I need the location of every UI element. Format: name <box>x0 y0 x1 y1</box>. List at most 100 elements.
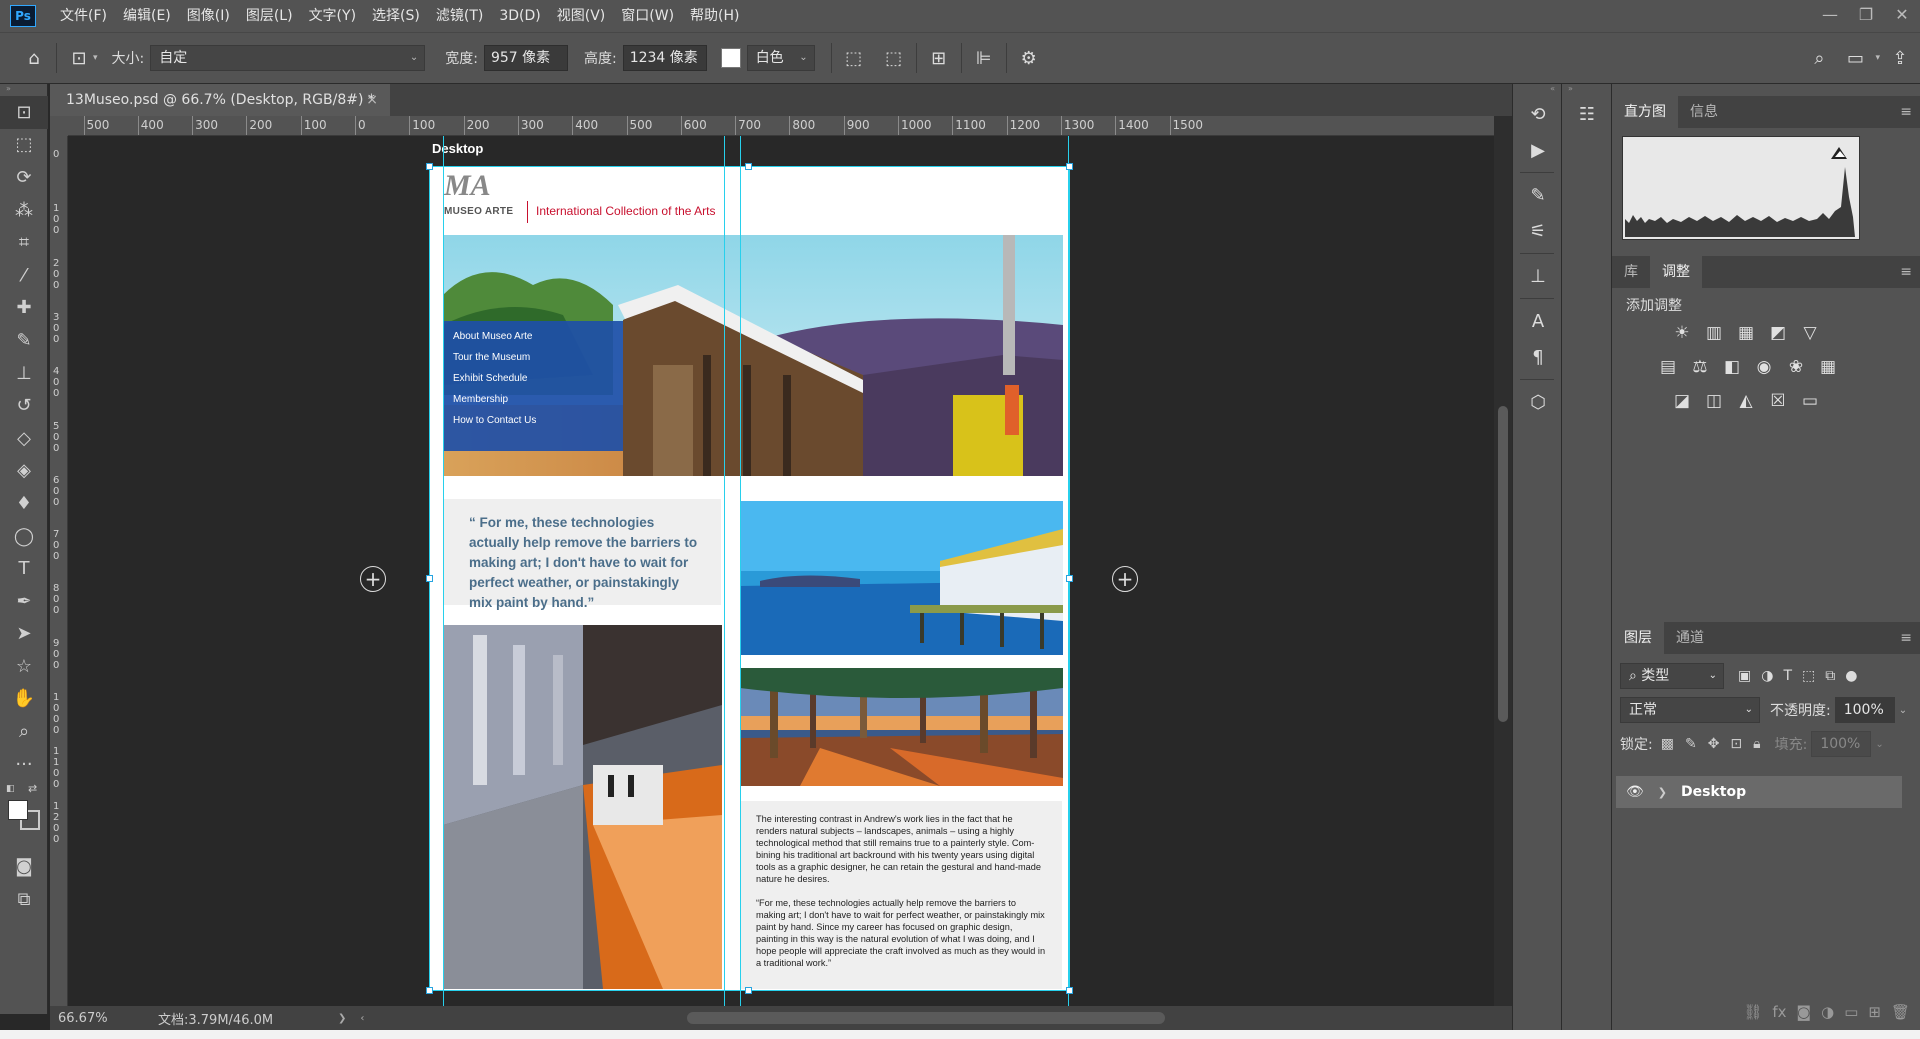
guide-gutter-right[interactable] <box>740 136 741 1006</box>
artboard-tool-icon[interactable]: ⊡ <box>0 96 48 129</box>
filter-type-icon[interactable]: T <box>1783 668 1792 684</box>
close-window-button[interactable]: ✕ <box>1884 0 1920 28</box>
clone-source-icon[interactable]: ⊥ <box>1513 258 1563 294</box>
close-tab-icon[interactable]: × <box>366 92 378 108</box>
expand-chevron-icon[interactable]: ❯ <box>1658 786 1667 799</box>
actions-panel-icon[interactable]: ▶ <box>1513 132 1563 168</box>
blur-tool-icon[interactable]: ♦ <box>0 487 48 520</box>
nav-link-exhibit[interactable]: Exhibit Schedule <box>453 373 528 384</box>
dock-collapse-icon[interactable]: « <box>1513 84 1561 96</box>
path-selection-icon[interactable]: ➤ <box>0 618 48 651</box>
share-icon[interactable]: ⇪ <box>1886 44 1914 72</box>
exposure-icon[interactable]: ◩ <box>1766 322 1790 344</box>
chevron-down-icon[interactable]: ⌄ <box>1899 705 1907 716</box>
brushes-panel-icon[interactable]: ✎ <box>1513 177 1563 213</box>
character-panel-icon[interactable]: A <box>1513 303 1563 339</box>
menu-file[interactable]: 文件(F) <box>52 0 115 32</box>
type-tool-icon[interactable]: T <box>0 552 48 585</box>
minimize-button[interactable]: — <box>1812 0 1848 28</box>
scroll-left-icon[interactable]: ‹ <box>360 1013 364 1024</box>
horizontal-ruler[interactable]: 500 400 300 200 100 0 100 200 300 400 500 600 700 800… <box>68 116 1494 136</box>
link-layers-icon[interactable]: ⛓ <box>1743 1003 1762 1021</box>
channel-mixer-icon[interactable]: ❀ <box>1784 356 1808 378</box>
history-brush-icon[interactable]: ↺ <box>0 389 48 422</box>
home-icon[interactable]: ⌂ <box>20 44 48 72</box>
paragraph-panel-icon[interactable]: ¶ <box>1513 339 1563 375</box>
status-menu-icon[interactable]: ❯ <box>338 1013 346 1024</box>
tab-channels[interactable]: 通道 <box>1664 622 1716 654</box>
new-group-icon[interactable]: ▭ <box>1844 1003 1858 1021</box>
lock-transparent-icon[interactable]: ▩ <box>1661 736 1674 752</box>
add-mask-icon[interactable]: ◙ <box>1797 1003 1812 1021</box>
transform-handle[interactable] <box>1066 575 1073 582</box>
gradient-map-icon[interactable]: ▭ <box>1798 390 1822 412</box>
gear-icon[interactable]: ⚙ <box>1015 44 1043 72</box>
ruler-corner[interactable] <box>50 116 68 136</box>
add-artboard-left-button[interactable]: + <box>360 566 386 592</box>
zoom-level[interactable]: 66.67% <box>58 1011 128 1026</box>
black-white-icon[interactable]: ◧ <box>1720 356 1744 378</box>
menu-view[interactable]: 视图(V) <box>549 0 614 32</box>
levels-icon[interactable]: ▥ <box>1702 322 1726 344</box>
artboard-desktop[interactable]: MA MUSEO ARTE International Collection o… <box>429 166 1069 991</box>
restore-button[interactable]: ❐ <box>1848 0 1884 28</box>
transform-handle[interactable] <box>426 163 433 170</box>
vertical-ruler[interactable]: 0 100 200 300 400 500 600 700 800 900 1000 1100 1200 <box>50 136 68 1014</box>
guide-gutter-left[interactable] <box>724 136 725 1006</box>
add-artboard-right-button[interactable]: + <box>1112 566 1138 592</box>
panel-menu-icon[interactable]: ≡ <box>1900 630 1912 646</box>
filter-smart-object-icon[interactable]: ⧉ <box>1825 668 1835 684</box>
menu-select[interactable]: 选择(S) <box>364 0 428 32</box>
properties-panel-icon[interactable]: ☷ <box>1562 96 1612 132</box>
brush-tool-icon[interactable]: ✎ <box>0 324 48 357</box>
artboard-portrait-icon[interactable]: ⬚ <box>840 44 868 72</box>
align-left-icon[interactable]: ⊫ <box>970 44 998 72</box>
curves-icon[interactable]: ▦ <box>1734 322 1758 344</box>
selective-color-icon[interactable]: ☒ <box>1766 390 1790 412</box>
shape-tool-icon[interactable]: ☆ <box>0 650 48 683</box>
workspace-icon[interactable]: ▭ <box>1841 44 1869 72</box>
eye-visibility-icon[interactable]: 👁︎ <box>1626 784 1644 800</box>
transform-handle[interactable] <box>1066 163 1073 170</box>
fill-field[interactable]: 100% <box>1811 731 1872 757</box>
lock-artboard-icon[interactable]: ⊡ <box>1730 736 1742 752</box>
color-lookup-icon[interactable]: ▦ <box>1816 356 1840 378</box>
filter-shape-icon[interactable]: ⬚ <box>1802 668 1815 684</box>
guide-right-margin[interactable] <box>1068 136 1069 1006</box>
menu-help[interactable]: 帮助(H) <box>682 0 747 32</box>
layer-filter-select[interactable]: ⌕ 类型 ⌄ <box>1620 663 1724 689</box>
layer-row-desktop[interactable]: 👁︎ ❯ Desktop <box>1616 776 1902 808</box>
swap-colors-icon[interactable]: ⇄ <box>28 782 37 795</box>
artboard-name-label[interactable]: Desktop <box>432 141 483 156</box>
eraser-icon[interactable]: ◇ <box>0 422 48 455</box>
paint-bucket-icon[interactable]: ◈ <box>0 455 48 488</box>
dock-expand-icon[interactable]: » <box>1562 84 1611 96</box>
guide-left-margin[interactable] <box>443 136 444 1006</box>
hand-tool-icon[interactable]: ✋ <box>0 683 48 716</box>
posterize-icon[interactable]: ◫ <box>1702 390 1726 412</box>
artboard-landscape-icon[interactable]: ⬚ <box>880 44 908 72</box>
panel-collapse-icon[interactable]: » <box>0 84 47 96</box>
crop-tool-icon[interactable]: ⌗ <box>0 226 48 259</box>
transform-handle[interactable] <box>426 987 433 994</box>
layer-name[interactable]: Desktop <box>1681 784 1746 800</box>
nav-link-tour[interactable]: Tour the Museum <box>453 352 530 363</box>
filter-toggle-icon[interactable]: ● <box>1845 668 1857 684</box>
invert-icon[interactable]: ◪ <box>1670 390 1694 412</box>
menu-filter[interactable]: 滤镜(T) <box>428 0 491 32</box>
more-tools-icon[interactable]: ··· <box>0 748 48 781</box>
vertical-scroll-thumb[interactable] <box>1498 406 1508 722</box>
color-swatches[interactable]: ◧ ⇄ <box>0 780 47 850</box>
document-tab[interactable]: 13Museo.psd @ 66.7% (Desktop, RGB/8#) * … <box>50 84 390 116</box>
opacity-field[interactable]: 100% <box>1834 697 1895 723</box>
menu-edit[interactable]: 编辑(E) <box>115 0 179 32</box>
menu-image[interactable]: 图像(I) <box>179 0 238 32</box>
vertical-scrollbar[interactable] <box>1494 116 1512 1006</box>
tab-libraries[interactable]: 库 <box>1612 256 1650 288</box>
lock-position-icon[interactable]: ✥ <box>1708 736 1720 752</box>
transform-handle[interactable] <box>1066 987 1073 994</box>
add-artboard-icon[interactable]: ⊞ <box>925 44 953 72</box>
horizontal-scroll-thumb[interactable] <box>687 1012 1165 1024</box>
screen-mode-icon[interactable]: ⧉ <box>0 883 48 916</box>
new-layer-icon[interactable]: ⊞ <box>1868 1003 1881 1021</box>
